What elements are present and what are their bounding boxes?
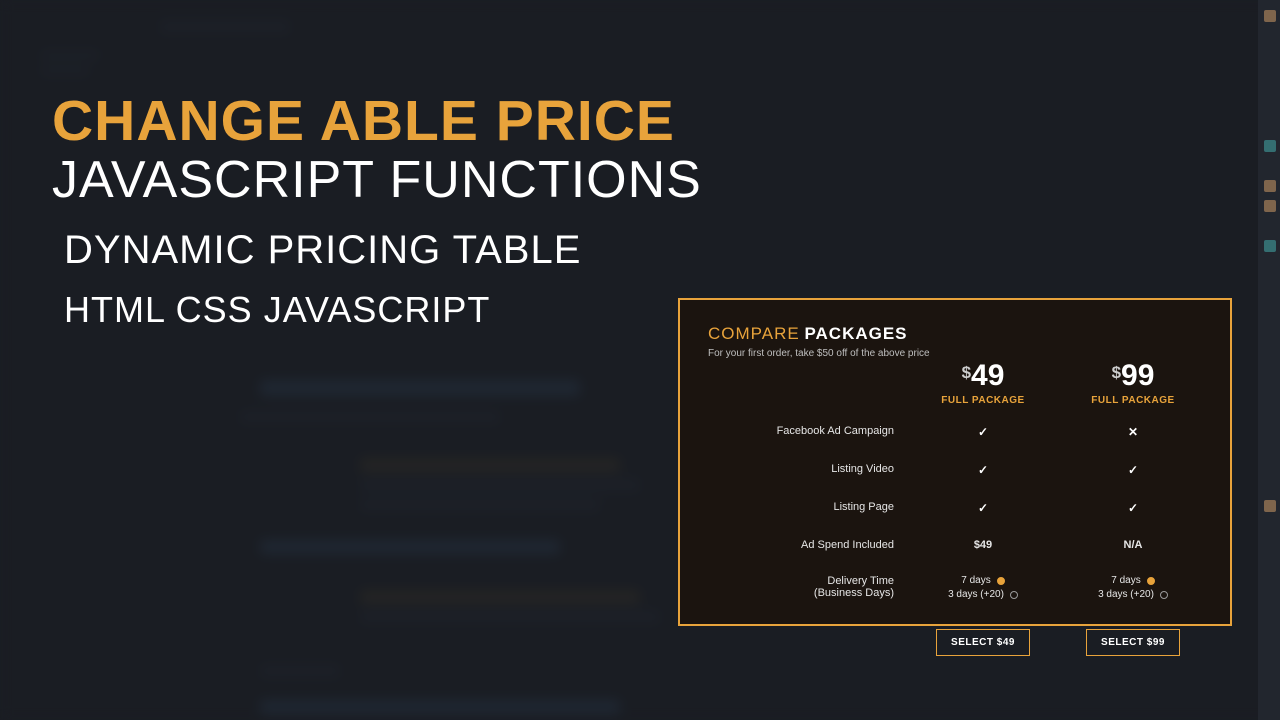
panel-title-bold: PACKAGES [804, 324, 907, 343]
feature-label-video: Listing Video [708, 463, 908, 477]
radio-off-icon [1010, 591, 1018, 599]
plan-0-delivery-3days[interactable]: 3 days (+20) [948, 589, 1018, 600]
select-plan-0-button[interactable]: SELECT $49 [936, 629, 1030, 656]
headline-3: DYNAMIC PRICING TABLE [64, 228, 702, 273]
plan-0-adspend: $49 [908, 539, 1058, 551]
headline-2: JAVASCRIPT FUNCTIONS [52, 150, 702, 210]
panel-subtitle: For your first order, take $50 off of th… [708, 348, 1202, 359]
minimap-gutter [1258, 0, 1280, 720]
feature-label-delivery: Delivery Time (Business Days) [708, 575, 908, 600]
check-icon: ✓ [908, 425, 1058, 439]
check-icon: ✓ [908, 501, 1058, 515]
panel-title: COMPARE PACKAGES [708, 324, 1202, 344]
plan-1-label: FULL PACKAGE [1058, 395, 1208, 406]
radio-on-icon [1147, 577, 1155, 585]
select-plan-1-button[interactable]: SELECT $99 [1086, 629, 1180, 656]
plan-0-price-block: $49 FULL PACKAGE [908, 359, 1058, 406]
headline-block: CHANGE ABLE PRICE JAVASCRIPT FUNCTIONS D… [52, 88, 702, 331]
feature-label-campaign: Facebook Ad Campaign [708, 425, 908, 439]
check-icon: ✓ [1058, 501, 1208, 515]
plan-1-price-block: $99 FULL PACKAGE [1058, 359, 1208, 406]
headline-1: CHANGE ABLE PRICE [52, 88, 702, 154]
plan-0-delivery-7days[interactable]: 7 days [961, 575, 1004, 586]
headline-4: HTML CSS JAVASCRIPT [64, 289, 702, 331]
cross-icon: ✕ [1058, 425, 1208, 439]
plan-1-delivery-options: 7 days 3 days (+20) [1058, 575, 1208, 600]
check-icon: ✓ [908, 463, 1058, 477]
feature-label-adspend: Ad Spend Included [708, 539, 908, 551]
pricing-panel: COMPARE PACKAGES For your first order, t… [678, 298, 1232, 626]
plan-1-delivery-3days[interactable]: 3 days (+20) [1098, 589, 1168, 600]
plan-0-delivery-options: 7 days 3 days (+20) [908, 575, 1058, 600]
plan-1-delivery-7days[interactable]: 7 days [1111, 575, 1154, 586]
radio-on-icon [997, 577, 1005, 585]
check-icon: ✓ [1058, 463, 1208, 477]
radio-off-icon [1160, 591, 1168, 599]
feature-label-page: Listing Page [708, 501, 908, 515]
panel-title-accent: COMPARE [708, 324, 800, 343]
plan-0-label: FULL PACKAGE [908, 395, 1058, 406]
plan-1-adspend: N/A [1058, 539, 1208, 551]
